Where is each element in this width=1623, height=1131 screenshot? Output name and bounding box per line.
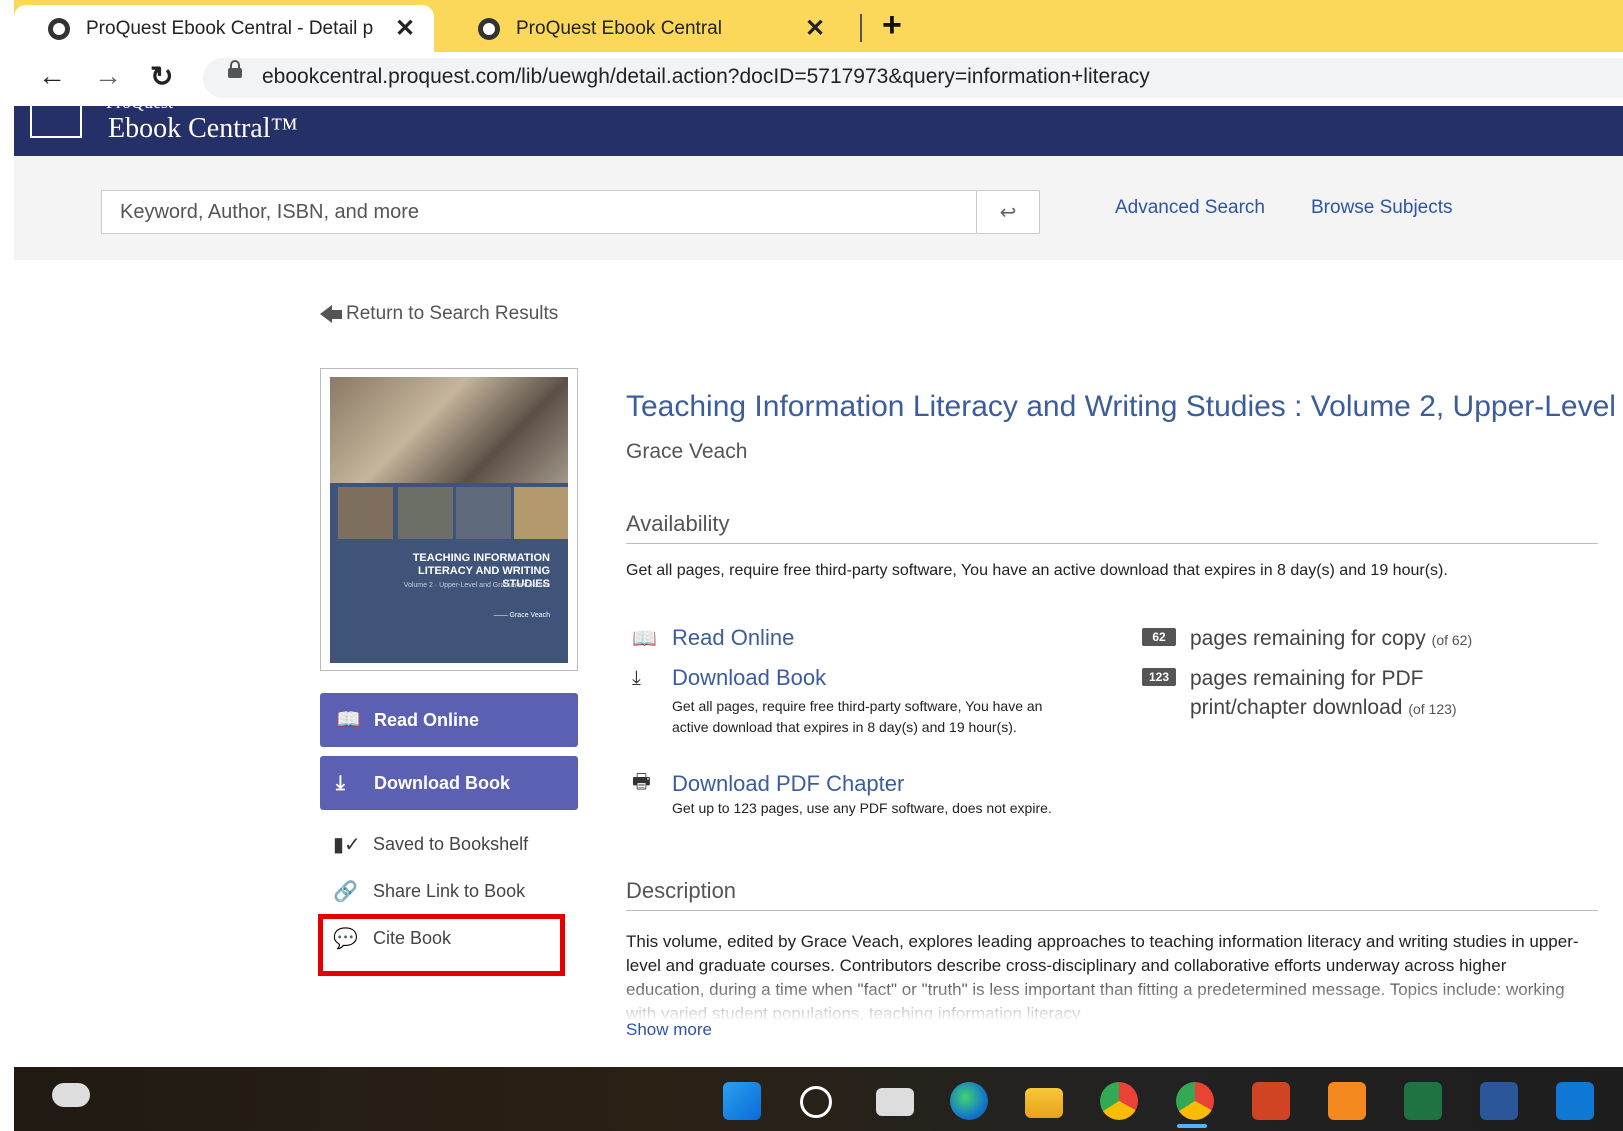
reload-icon[interactable]: ↻ [150,60,173,93]
copy-pages-text: pages remaining for copy (of 62) [1190,624,1472,655]
forward-arrow-icon[interactable]: → [94,60,122,92]
copy-pages-label: pages remaining for copy [1190,627,1426,650]
close-tab-icon[interactable]: ✕ [390,14,420,43]
search-input[interactable] [101,190,977,234]
download-icon: ⤓ [632,666,641,689]
share-link-button[interactable]: 🔗 Share Link to Book [333,879,525,904]
weather-icon[interactable] [52,1083,90,1107]
show-more-link[interactable]: Show more [626,1020,712,1040]
start-menu-icon[interactable] [723,1082,761,1120]
cover-subtitle: Volume 2 · Upper-Level and Graduate Cour… [403,582,550,589]
read-online-option-label[interactable]: Read Online [672,625,794,651]
link-icon: 🔗 [333,881,358,903]
bookshelf-check-icon: ▮✓ [333,834,361,856]
back-arrow-icon[interactable]: ← [38,60,66,92]
copy-pages-badge: 62 [1142,628,1176,646]
return-to-results-link[interactable]: Return to Search Results [320,303,558,325]
download-book-button[interactable]: ⤓ Download Book [320,756,578,810]
download-pdf-option-label[interactable]: Download PDF Chapter [672,771,904,797]
search-icon[interactable] [800,1086,832,1118]
cover-photo-strip [398,487,453,539]
search-submit-button[interactable]: ↩ [976,190,1040,234]
availability-summary: Get all pages, require free third-party … [626,562,1448,579]
edge-icon[interactable] [950,1082,988,1120]
chrome-profile-icon[interactable] [1176,1082,1214,1120]
copy-pages-of: (of 62) [1431,632,1473,648]
tab-active[interactable]: ProQuest Ebook Central - Detail p ✕ [14,5,434,52]
cite-highlight-box [318,914,565,976]
lock-icon[interactable] [228,60,242,78]
pdf-printer-icon: 🖶 [632,771,651,793]
read-online-option[interactable]: 📖 Read Online [632,625,794,651]
cover-photo-strip [338,487,393,539]
back-arrow-tail [332,309,342,319]
store-icon[interactable] [1556,1082,1594,1120]
chrome-icon[interactable] [1100,1082,1138,1120]
download-book-desc: Get all pages, require free third-party … [672,698,1043,735]
word-icon[interactable] [1480,1082,1518,1120]
download-book-option[interactable]: ⤓ Download Book [632,665,826,691]
file-explorer-icon[interactable] [1025,1088,1063,1118]
task-view-icon[interactable] [876,1088,914,1116]
section-divider [626,910,1598,911]
return-label: Return to Search Results [346,303,559,324]
tab-inactive[interactable]: ProQuest Ebook Central ✕ [444,5,844,52]
copy-pages-counter: 62 pages remaining for copy (of 62) [1142,624,1472,655]
pdf-pages-of: (of 123) [1408,701,1457,717]
download-book-label: Download Book [374,772,510,793]
read-online-label: Read Online [374,709,480,730]
pdf-pages-label: pages remaining for PDF print/chapter do… [1190,667,1424,719]
globe-icon [48,17,70,40]
book-logo-icon[interactable] [30,106,82,138]
availability-heading: Availability [626,511,730,536]
cover-photo-strip [456,487,511,539]
pdf-pages-text: pages remaining for PDF print/chapter do… [1190,664,1502,724]
download-pdf-chapter-option[interactable]: 🖶 Download PDF Chapter [632,767,904,801]
description-text: This volume, edited by Grace Veach, expl… [626,932,1579,1022]
download-icon: ⤓ [336,772,345,794]
active-app-indicator [1177,1124,1207,1128]
saved-to-bookshelf-link[interactable]: ▮✓ Saved to Bookshelf [333,832,528,857]
powerpoint-icon[interactable] [1252,1082,1290,1120]
browse-subjects-link[interactable]: Browse Subjects [1311,197,1453,219]
pdf-pages-counter: 123 pages remaining for PDF print/chapte… [1142,664,1502,724]
share-label: Share Link to Book [373,881,526,901]
tab-title: ProQuest Ebook Central - Detail p [86,17,374,39]
description-heading: Description [626,878,737,903]
excel-icon[interactable] [1404,1082,1442,1120]
saved-label: Saved to Bookshelf [373,834,529,854]
download-pdf-desc: Get up to 123 pages, use any PDF softwar… [672,800,1052,816]
brand-title[interactable]: Ebook Central™ [108,113,298,145]
back-arrow-icon [320,305,332,323]
book-open-icon: 📖 [336,709,361,731]
book-open-icon: 📖 [632,627,657,650]
download-book-option-label[interactable]: Download Book [672,665,826,691]
tab-title: ProQuest Ebook Central [516,17,722,39]
advanced-search-link[interactable]: Advanced Search [1115,197,1265,219]
close-tab-icon[interactable]: ✕ [800,14,830,43]
pdf-pages-badge: 123 [1142,668,1176,686]
cover-photo-strip [514,487,568,539]
book-cover-image[interactable]: TEACHING INFORMATION LITERACY AND WRITIN… [330,377,568,663]
read-online-button[interactable]: 📖 Read Online [320,693,578,747]
globe-icon [478,17,500,40]
section-divider [626,543,1598,544]
pdf-app-icon[interactable] [1328,1082,1366,1120]
cover-editor: —— Grace Veach [493,612,550,619]
book-title: Teaching Information Literacy and Writin… [626,390,1616,423]
cover-photo [330,377,568,483]
tab-separator [860,14,862,42]
url-text[interactable]: ebookcentral.proquest.com/lib/uewgh/deta… [262,65,1150,89]
book-author[interactable]: Grace Veach [626,440,747,464]
new-tab-button[interactable]: + [882,6,902,45]
